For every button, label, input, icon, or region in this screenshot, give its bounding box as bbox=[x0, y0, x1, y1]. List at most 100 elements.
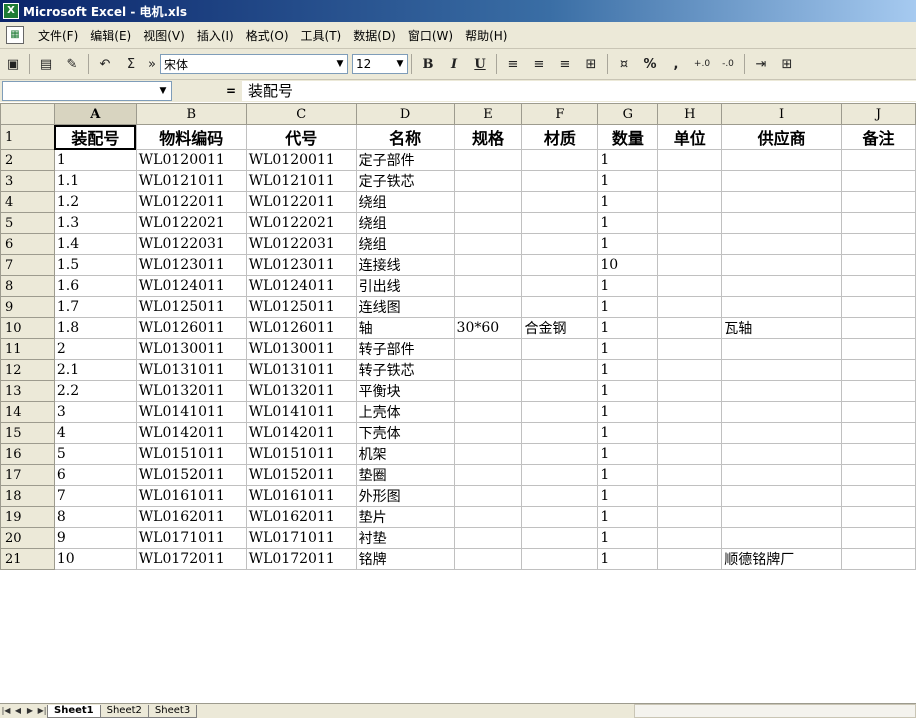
cell-h11[interactable] bbox=[657, 338, 723, 360]
cell-c12[interactable]: WL0131011 bbox=[245, 359, 357, 381]
cell-b12[interactable]: WL0131011 bbox=[135, 359, 247, 381]
cell-j15[interactable] bbox=[841, 422, 916, 444]
cell-e13[interactable] bbox=[453, 380, 523, 402]
cell-j11[interactable] bbox=[841, 338, 916, 360]
cell-e10[interactable]: 30*60 bbox=[453, 317, 523, 339]
cell-c21[interactable]: WL0172011 bbox=[245, 548, 357, 570]
row-header[interactable]: 5 bbox=[0, 212, 55, 234]
menu-view[interactable]: 视图(V) bbox=[137, 27, 191, 44]
cell-h5[interactable] bbox=[657, 212, 723, 234]
cell-c6[interactable]: WL0122031 bbox=[245, 233, 357, 255]
cell-i19[interactable] bbox=[721, 506, 843, 528]
cell-a2[interactable]: 1 bbox=[53, 149, 137, 171]
decrease-decimal-icon[interactable]: -.0 bbox=[717, 53, 739, 75]
cell-j19[interactable] bbox=[841, 506, 916, 528]
column-header-j[interactable]: J bbox=[841, 103, 916, 125]
row-header[interactable]: 6 bbox=[0, 233, 55, 255]
cell-h1[interactable]: 单位 bbox=[657, 124, 723, 150]
cell-e3[interactable] bbox=[453, 170, 523, 192]
cell-h15[interactable] bbox=[657, 422, 723, 444]
cell-i4[interactable] bbox=[721, 191, 843, 213]
merge-center-icon[interactable]: ⊞ bbox=[580, 53, 602, 75]
row-header[interactable]: 18 bbox=[0, 485, 55, 507]
cell-d2[interactable]: 定子部件 bbox=[355, 149, 455, 171]
cell-e21[interactable] bbox=[453, 548, 523, 570]
cell-h13[interactable] bbox=[657, 380, 723, 402]
cell-f9[interactable] bbox=[521, 296, 599, 318]
row-header[interactable]: 1 bbox=[0, 124, 55, 150]
cell-e15[interactable] bbox=[453, 422, 523, 444]
cell-g18[interactable]: 1 bbox=[597, 485, 659, 507]
cell-a16[interactable]: 5 bbox=[53, 443, 137, 465]
cell-d11[interactable]: 转子部件 bbox=[355, 338, 455, 360]
cell-d5[interactable]: 绕组 bbox=[355, 212, 455, 234]
cell-h14[interactable] bbox=[657, 401, 723, 423]
cell-h8[interactable] bbox=[657, 275, 723, 297]
cell-g7[interactable]: 10 bbox=[597, 254, 659, 276]
column-header-c[interactable]: C bbox=[245, 103, 357, 125]
cell-f3[interactable] bbox=[521, 170, 599, 192]
cell-b19[interactable]: WL0162011 bbox=[135, 506, 247, 528]
cell-d16[interactable]: 机架 bbox=[355, 443, 455, 465]
cell-d1[interactable]: 名称 bbox=[355, 124, 455, 150]
row-header[interactable]: 2 bbox=[0, 149, 55, 171]
cell-g9[interactable]: 1 bbox=[597, 296, 659, 318]
cell-f21[interactable] bbox=[521, 548, 599, 570]
cell-c9[interactable]: WL0125011 bbox=[245, 296, 357, 318]
cell-d12[interactable]: 转子铁芯 bbox=[355, 359, 455, 381]
cell-c15[interactable]: WL0142011 bbox=[245, 422, 357, 444]
cell-e16[interactable] bbox=[453, 443, 523, 465]
cell-d13[interactable]: 平衡块 bbox=[355, 380, 455, 402]
name-box[interactable]: ▼ bbox=[2, 81, 172, 101]
cell-i13[interactable] bbox=[721, 380, 843, 402]
cell-j14[interactable] bbox=[841, 401, 916, 423]
cell-e12[interactable] bbox=[453, 359, 523, 381]
cell-f7[interactable] bbox=[521, 254, 599, 276]
cell-b16[interactable]: WL0151011 bbox=[135, 443, 247, 465]
align-left-icon[interactable]: ≡ bbox=[502, 53, 524, 75]
cell-g21[interactable]: 1 bbox=[597, 548, 659, 570]
cell-i15[interactable] bbox=[721, 422, 843, 444]
cell-a21[interactable]: 10 bbox=[53, 548, 137, 570]
cell-j8[interactable] bbox=[841, 275, 916, 297]
cell-h20[interactable] bbox=[657, 527, 723, 549]
chevron-down-icon[interactable]: ▼ bbox=[393, 59, 407, 69]
cell-c3[interactable]: WL0121011 bbox=[245, 170, 357, 192]
column-header-i[interactable]: I bbox=[721, 103, 843, 125]
cell-d14[interactable]: 上壳体 bbox=[355, 401, 455, 423]
workbook-icon[interactable]: ▦ bbox=[6, 26, 24, 44]
cell-h21[interactable] bbox=[657, 548, 723, 570]
cell-e6[interactable] bbox=[453, 233, 523, 255]
cell-b13[interactable]: WL0132011 bbox=[135, 380, 247, 402]
cell-g10[interactable]: 1 bbox=[597, 317, 659, 339]
cell-i21[interactable]: 顺德铭牌厂 bbox=[721, 548, 843, 570]
percent-button[interactable]: % bbox=[639, 53, 661, 75]
cell-c10[interactable]: WL0126011 bbox=[245, 317, 357, 339]
cell-e17[interactable] bbox=[453, 464, 523, 486]
cell-b21[interactable]: WL0172011 bbox=[135, 548, 247, 570]
cell-f8[interactable] bbox=[521, 275, 599, 297]
row-header[interactable]: 15 bbox=[0, 422, 55, 444]
menu-tools[interactable]: 工具(T) bbox=[295, 27, 348, 44]
cell-f2[interactable] bbox=[521, 149, 599, 171]
chevron-down-icon[interactable]: ▼ bbox=[333, 59, 347, 69]
cell-a19[interactable]: 8 bbox=[53, 506, 137, 528]
row-header[interactable]: 9 bbox=[0, 296, 55, 318]
sheet-tab-3[interactable]: Sheet3 bbox=[147, 704, 198, 718]
cell-g14[interactable]: 1 bbox=[597, 401, 659, 423]
column-header-g[interactable]: G bbox=[597, 103, 659, 125]
cell-g11[interactable]: 1 bbox=[597, 338, 659, 360]
menu-file[interactable]: 文件(F) bbox=[32, 27, 84, 44]
cell-e11[interactable] bbox=[453, 338, 523, 360]
cell-d17[interactable]: 垫圈 bbox=[355, 464, 455, 486]
cell-e19[interactable] bbox=[453, 506, 523, 528]
cell-c17[interactable]: WL0152011 bbox=[245, 464, 357, 486]
menu-window[interactable]: 窗口(W) bbox=[402, 27, 459, 44]
cell-f18[interactable] bbox=[521, 485, 599, 507]
cell-g8[interactable]: 1 bbox=[597, 275, 659, 297]
cell-h19[interactable] bbox=[657, 506, 723, 528]
cell-g5[interactable]: 1 bbox=[597, 212, 659, 234]
cell-b2[interactable]: WL0120011 bbox=[135, 149, 247, 171]
cell-f4[interactable] bbox=[521, 191, 599, 213]
cell-c18[interactable]: WL0161011 bbox=[245, 485, 357, 507]
